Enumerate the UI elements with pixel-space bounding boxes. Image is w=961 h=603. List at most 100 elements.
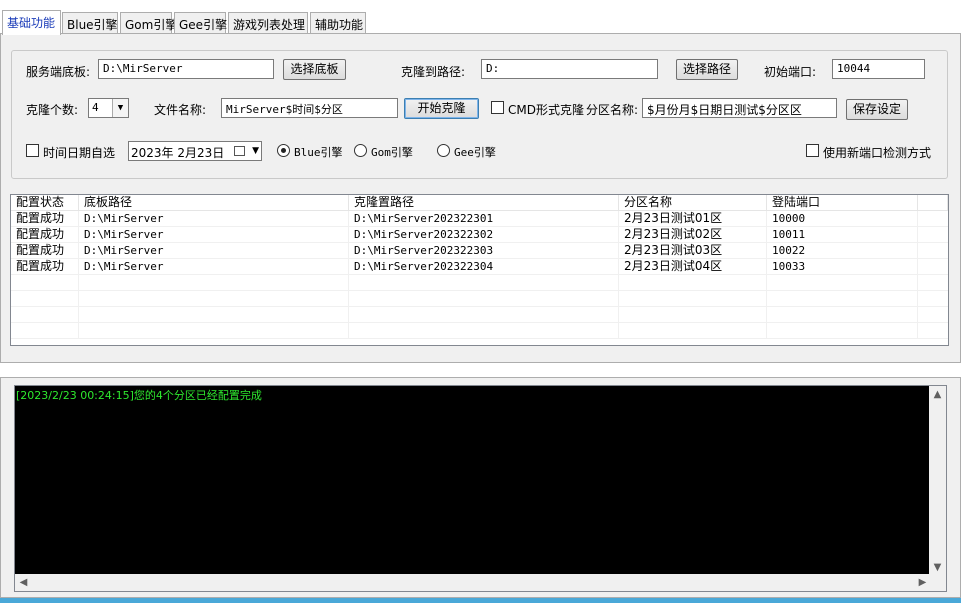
- calendar-icon[interactable]: [234, 146, 245, 156]
- arrow-left-icon[interactable]: ◀: [15, 574, 32, 591]
- table-row-empty: [11, 307, 948, 323]
- empty-cell: [79, 307, 349, 323]
- table-row[interactable]: 配置成功 D:\MirServer D:\MirServer202322303 …: [11, 243, 948, 259]
- cmd-clone-checkbox[interactable]: [491, 101, 504, 114]
- empty-cell: [767, 307, 918, 323]
- empty-cell: [349, 323, 619, 339]
- empty-cell: [619, 307, 767, 323]
- vertical-scrollbar[interactable]: ▲ ▼: [929, 386, 946, 576]
- tab-page-basic: 服务端底板: D:\MirServer 选择底板 克隆到路径: D: 选择路径 …: [0, 33, 961, 363]
- cell-login-port: 10022: [767, 243, 918, 259]
- empty-cell: [79, 291, 349, 307]
- engine-gee-radio[interactable]: [437, 144, 450, 157]
- cell-clone-path: D:\MirServer202322304: [349, 259, 619, 275]
- empty-cell: [619, 291, 767, 307]
- horizontal-scrollbar[interactable]: ◀ ▶: [15, 574, 931, 591]
- engine-blue-label: Blue引擎: [294, 146, 343, 159]
- empty-cell: [349, 307, 619, 323]
- date-value: 2023年 2月23日: [131, 146, 225, 160]
- results-table[interactable]: 配置状态 底板路径 克隆置路径 分区名称 登陆端口 配置成功 D:\MirSer…: [10, 194, 949, 346]
- file-name-input[interactable]: MirServer$时间$分区: [221, 98, 398, 118]
- cell-zone-name: 2月23日测试01区: [619, 211, 767, 227]
- server-template-label: 服务端底板:: [26, 65, 91, 79]
- start-port-label: 初始端口:: [764, 65, 817, 79]
- table-row[interactable]: 配置成功 D:\MirServer D:\MirServer202322304 …: [11, 259, 948, 275]
- clone-count-select[interactable]: 4 ▼: [88, 98, 129, 118]
- column-header-template-path[interactable]: 底板路径: [79, 195, 349, 211]
- cell-status: 配置成功: [11, 211, 79, 227]
- chevron-down-icon[interactable]: ▼: [252, 143, 259, 159]
- empty-cell: [11, 275, 79, 291]
- empty-cell: [79, 275, 349, 291]
- cell-status: 配置成功: [11, 243, 79, 259]
- custom-date-checkbox[interactable]: [26, 144, 39, 157]
- tab-game-list[interactable]: 游戏列表处理: [228, 12, 308, 34]
- tab-gee-engine[interactable]: Gee引擎: [174, 12, 227, 34]
- zone-name-input[interactable]: $月份月$日期日测试$分区区: [642, 98, 837, 118]
- engine-gom-radio[interactable]: [354, 144, 367, 157]
- table-row-empty: [11, 275, 948, 291]
- empty-cell: [11, 291, 79, 307]
- engine-blue-radio[interactable]: [277, 144, 290, 157]
- clone-count-value: 4: [92, 101, 99, 114]
- tab-blue-engine[interactable]: Blue引擎: [62, 12, 118, 34]
- cell-template-path: D:\MirServer: [79, 211, 349, 227]
- clone-count-label: 克隆个数:: [26, 103, 79, 117]
- cell-template-path: D:\MirServer: [79, 259, 349, 275]
- cell-template-path: D:\MirServer: [79, 243, 349, 259]
- empty-cell: [619, 323, 767, 339]
- empty-cell: [11, 323, 79, 339]
- start-port-input[interactable]: 10044: [832, 59, 925, 79]
- empty-cell: [349, 275, 619, 291]
- tab-basic[interactable]: 基础功能: [2, 10, 61, 35]
- chevron-down-icon[interactable]: ▼: [112, 99, 128, 117]
- tab-bar: 基础功能 Blue引擎 Gom引擎 Gee引擎 游戏列表处理 辅助功能: [0, 10, 961, 35]
- empty-cell: [349, 291, 619, 307]
- cell-status: 配置成功: [11, 259, 79, 275]
- empty-cell: [767, 323, 918, 339]
- column-header-filler: [918, 195, 948, 211]
- file-name-label: 文件名称:: [154, 103, 207, 117]
- new-port-detect-label: 使用新端口检测方式: [823, 146, 932, 160]
- cell-clone-path: D:\MirServer202322303: [349, 243, 619, 259]
- log-panel: [2023/2/23 00:24:15]您的4个分区已经配置完成 ▲ ▼ ◀ ▶: [0, 377, 961, 598]
- empty-cell: [767, 275, 918, 291]
- cell-zone-name: 2月23日测试03区: [619, 243, 767, 259]
- table-row-empty: [11, 291, 948, 307]
- date-picker[interactable]: 2023年 2月23日 ▼: [128, 141, 262, 161]
- arrow-up-icon[interactable]: ▲: [929, 386, 946, 403]
- cell-clone-path: D:\MirServer202322302: [349, 227, 619, 243]
- new-port-detect-checkbox[interactable]: [806, 144, 819, 157]
- start-clone-button[interactable]: 开始克隆: [404, 98, 479, 119]
- cell-template-path: D:\MirServer: [79, 227, 349, 243]
- column-header-login-port[interactable]: 登陆端口: [767, 195, 918, 211]
- cell-zone-name: 2月23日测试02区: [619, 227, 767, 243]
- table-row[interactable]: 配置成功 D:\MirServer D:\MirServer202322302 …: [11, 227, 948, 243]
- empty-cell: [619, 275, 767, 291]
- tab-auxiliary[interactable]: 辅助功能: [310, 12, 366, 34]
- zone-name-label: 分区名称:: [586, 103, 639, 117]
- clone-path-input[interactable]: D:: [481, 59, 658, 79]
- column-header-status[interactable]: 配置状态: [11, 195, 79, 211]
- cmd-clone-label: CMD形式克隆: [508, 103, 584, 117]
- select-template-button[interactable]: 选择底板: [283, 59, 346, 80]
- window-bottom-edge: [0, 598, 961, 603]
- cell-login-port: 10000: [767, 211, 918, 227]
- engine-gom-label: Gom引擎: [371, 146, 413, 159]
- custom-date-label: 时间日期自选: [43, 146, 116, 160]
- cell-clone-path: D:\MirServer202322301: [349, 211, 619, 227]
- tab-gom-engine[interactable]: Gom引擎: [120, 12, 177, 34]
- save-settings-button[interactable]: 保存设定: [846, 99, 908, 120]
- settings-group: 服务端底板: D:\MirServer 选择底板 克隆到路径: D: 选择路径 …: [11, 50, 948, 179]
- scrollbar-corner: [929, 574, 946, 591]
- column-header-zone-name[interactable]: 分区名称: [619, 195, 767, 211]
- select-path-button[interactable]: 选择路径: [676, 59, 738, 80]
- cell-login-port: 10033: [767, 259, 918, 275]
- server-template-input[interactable]: D:\MirServer: [98, 59, 274, 79]
- empty-cell: [79, 323, 349, 339]
- engine-gee-label: Gee引擎: [454, 146, 496, 159]
- log-console[interactable]: [2023/2/23 00:24:15]您的4个分区已经配置完成 ▲ ▼ ◀ ▶: [14, 385, 947, 592]
- column-header-clone-path[interactable]: 克隆置路径: [349, 195, 619, 211]
- table-row-empty: [11, 323, 948, 339]
- table-row[interactable]: 配置成功 D:\MirServer D:\MirServer202322301 …: [11, 211, 948, 227]
